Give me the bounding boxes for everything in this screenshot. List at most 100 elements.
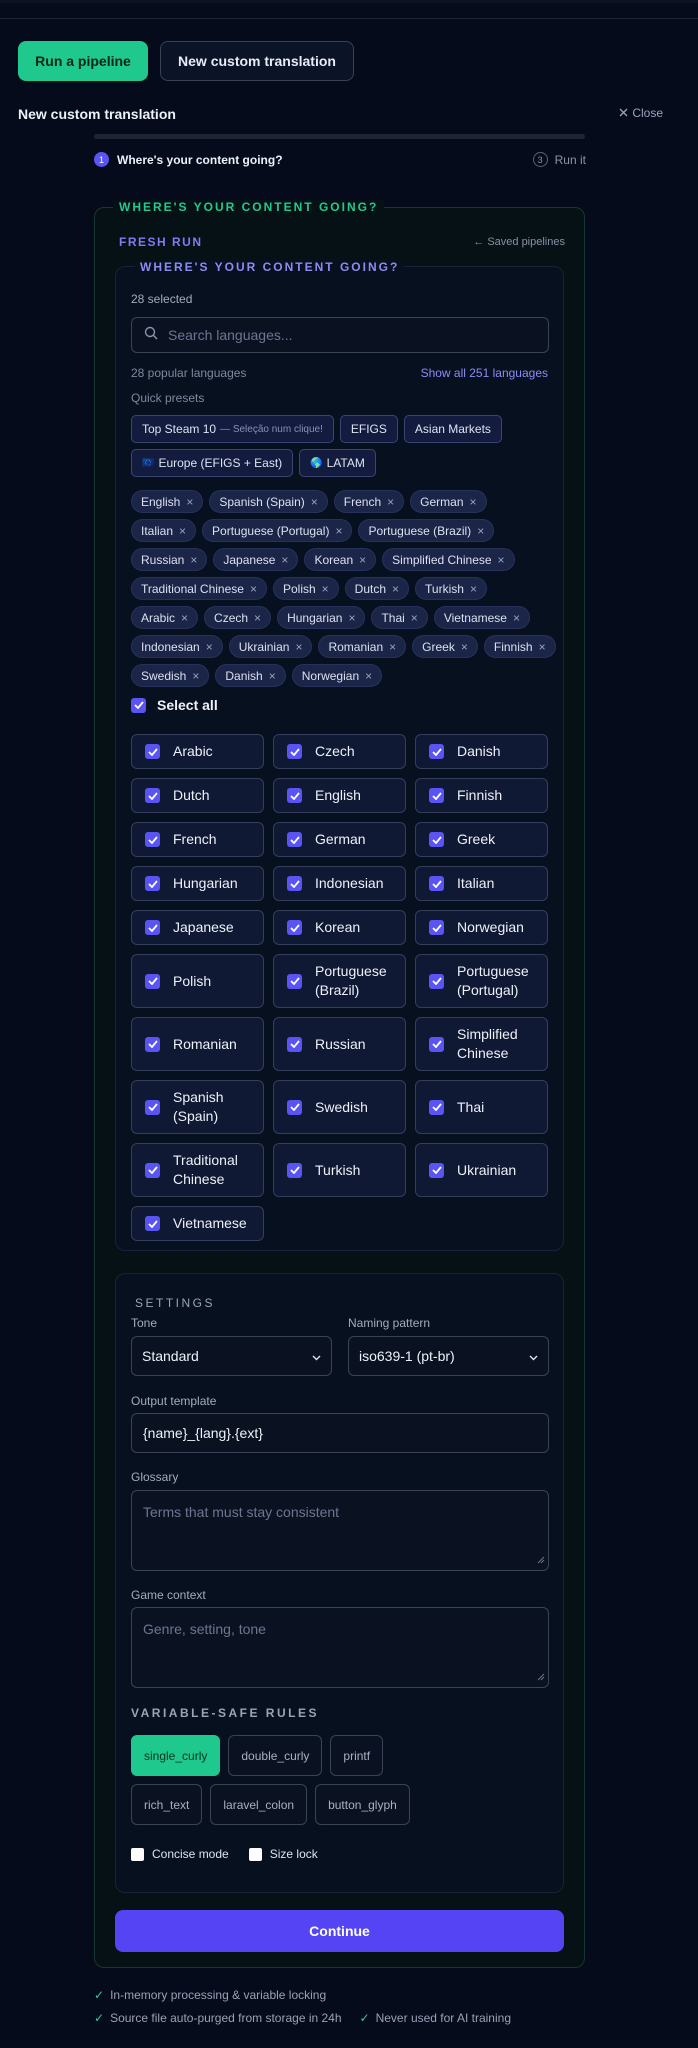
concise-mode-checkbox[interactable]: Concise mode: [131, 1847, 229, 1861]
language-option-english[interactable]: English: [273, 778, 406, 813]
language-option-dutch[interactable]: Dutch: [131, 778, 264, 813]
tone-select[interactable]: Standard: [131, 1336, 332, 1376]
language-option-italian[interactable]: Italian: [415, 866, 548, 901]
remove-chip-icon[interactable]: ×: [389, 640, 396, 654]
language-option-greek[interactable]: Greek: [415, 822, 548, 857]
remove-chip-icon[interactable]: ×: [192, 669, 199, 683]
language-chip: Greek ×: [412, 635, 478, 658]
rule-rich-text[interactable]: rich_text: [131, 1784, 203, 1825]
language-option-norwegian[interactable]: Norwegian: [415, 910, 548, 945]
language-option-arabic[interactable]: Arabic: [131, 734, 264, 769]
remove-chip-icon[interactable]: ×: [186, 495, 193, 509]
remove-chip-icon[interactable]: ×: [206, 640, 213, 654]
remove-chip-icon[interactable]: ×: [539, 640, 546, 654]
remove-chip-icon[interactable]: ×: [295, 640, 302, 654]
game-context-textarea[interactable]: Genre, setting, tone: [131, 1607, 549, 1688]
language-option-korean[interactable]: Korean: [273, 910, 406, 945]
remove-chip-icon[interactable]: ×: [498, 553, 505, 567]
language-option-spanish-spain[interactable]: Spanish (Spain): [131, 1080, 264, 1134]
language-option-romanian[interactable]: Romanian: [131, 1017, 264, 1071]
language-option-french[interactable]: French: [131, 822, 264, 857]
rule-double-curly[interactable]: double_curly: [228, 1735, 323, 1776]
language-option-danish[interactable]: Danish: [415, 734, 548, 769]
language-option-indonesian[interactable]: Indonesian: [273, 866, 406, 901]
language-option-label: Swedish: [315, 1098, 368, 1115]
language-option-label: Vietnamese: [173, 1215, 247, 1231]
remove-chip-icon[interactable]: ×: [392, 582, 399, 596]
remove-chip-icon[interactable]: ×: [365, 669, 372, 683]
language-option-thai[interactable]: Thai: [415, 1080, 548, 1134]
remove-chip-icon[interactable]: ×: [348, 611, 355, 625]
language-option-czech[interactable]: Czech: [273, 734, 406, 769]
remove-chip-icon[interactable]: ×: [477, 524, 484, 538]
remove-chip-icon[interactable]: ×: [281, 553, 288, 567]
saved-pipelines-link[interactable]: ← Saved pipelines: [473, 236, 565, 248]
preset-europe-efigs-east[interactable]: 🇪🇺 Europe (EFIGS + East): [131, 449, 294, 477]
preset-latam[interactable]: 🌎 LATAM: [299, 449, 376, 477]
language-option-russian[interactable]: Russian: [273, 1017, 406, 1071]
language-option-german[interactable]: German: [273, 822, 406, 857]
language-option-turkish[interactable]: Turkish: [273, 1143, 406, 1197]
selected-language-chips: English × Spanish (Spain) × French × German × It…: [131, 490, 556, 687]
remove-chip-icon[interactable]: ×: [461, 640, 468, 654]
language-option-portuguese-portugal[interactable]: Portuguese (Portugal): [415, 954, 548, 1008]
rule-laravel-colon[interactable]: laravel_colon: [210, 1784, 308, 1825]
language-option-swedish[interactable]: Swedish: [273, 1080, 406, 1134]
remove-chip-icon[interactable]: ×: [311, 495, 318, 509]
preset-top-steam-10[interactable]: Top Steam 10— Seleção num clique!: [131, 415, 334, 443]
remove-chip-icon[interactable]: ×: [470, 495, 477, 509]
remove-chip-icon[interactable]: ×: [269, 669, 276, 683]
chevron-down-icon: [312, 1348, 321, 1364]
search-input[interactable]: [168, 327, 548, 343]
remove-chip-icon[interactable]: ×: [254, 611, 261, 625]
size-lock-checkbox[interactable]: Size lock: [248, 1847, 318, 1861]
preset-efigs[interactable]: EFIGS: [339, 415, 398, 443]
remove-chip-icon[interactable]: ×: [359, 553, 366, 567]
language-search[interactable]: [131, 317, 549, 353]
language-option-japanese[interactable]: Japanese: [131, 910, 264, 945]
selected-count: 28 selected: [131, 292, 193, 306]
language-option-portuguese-brazil[interactable]: Portuguese (Brazil): [273, 954, 406, 1008]
naming-pattern-select[interactable]: iso639-1 (pt-br): [348, 1336, 549, 1376]
rule-button-glyph[interactable]: button_glyph: [315, 1784, 410, 1825]
checkbox-checked-icon: [145, 1162, 160, 1178]
remove-chip-icon[interactable]: ×: [411, 611, 418, 625]
preset-sublabel: — Seleção num clique!: [220, 423, 323, 435]
remove-chip-icon[interactable]: ×: [335, 524, 342, 538]
remove-chip-icon[interactable]: ×: [470, 582, 477, 596]
output-template-input[interactable]: {name}_{lang}.{ext}: [131, 1413, 549, 1453]
run-pipeline-button[interactable]: Run a pipeline: [18, 41, 148, 81]
preset-asian-markets[interactable]: Asian Markets: [403, 415, 502, 443]
language-chip: Spanish (Spain) ×: [209, 490, 328, 513]
new-custom-translation-button[interactable]: New custom translation: [160, 41, 354, 81]
rule-printf[interactable]: printf: [330, 1735, 384, 1776]
option-toggles: Concise mode Size lock: [131, 1847, 318, 1861]
resize-grip-icon[interactable]: [537, 1668, 545, 1684]
rule-single-curly[interactable]: single_curly: [131, 1735, 221, 1776]
glossary-textarea[interactable]: Terms that must stay consistent: [131, 1490, 549, 1571]
select-all-checkbox[interactable]: Select all: [131, 697, 218, 713]
language-option-vietnamese[interactable]: Vietnamese: [131, 1206, 264, 1241]
language-option-traditional-chinese[interactable]: Traditional Chinese: [131, 1143, 264, 1197]
checkbox-checked-icon: [287, 1099, 302, 1115]
checkbox-checked-icon: [145, 1099, 160, 1115]
close-button[interactable]: Close: [619, 106, 663, 120]
resize-grip-icon[interactable]: [537, 1551, 545, 1567]
language-option-polish[interactable]: Polish: [131, 954, 264, 1008]
remove-chip-icon[interactable]: ×: [190, 553, 197, 567]
language-option-simplified-chinese[interactable]: Simplified Chinese: [415, 1017, 548, 1071]
remove-chip-icon[interactable]: ×: [387, 495, 394, 509]
show-all-languages-link[interactable]: Show all 251 languages: [421, 366, 548, 380]
remove-chip-icon[interactable]: ×: [513, 611, 520, 625]
language-option-ukrainian[interactable]: Ukrainian: [415, 1143, 548, 1197]
language-option-hungarian[interactable]: Hungarian: [131, 866, 264, 901]
remove-chip-icon[interactable]: ×: [322, 582, 329, 596]
continue-button[interactable]: Continue: [115, 1910, 564, 1952]
checkbox-checked-icon: [287, 744, 302, 759]
remove-chip-icon[interactable]: ×: [250, 582, 257, 596]
fresh-run-label: FRESH RUN: [119, 235, 203, 249]
language-option-label: German: [315, 831, 366, 847]
remove-chip-icon[interactable]: ×: [179, 524, 186, 538]
remove-chip-icon[interactable]: ×: [181, 611, 188, 625]
language-option-finnish[interactable]: Finnish: [415, 778, 548, 813]
